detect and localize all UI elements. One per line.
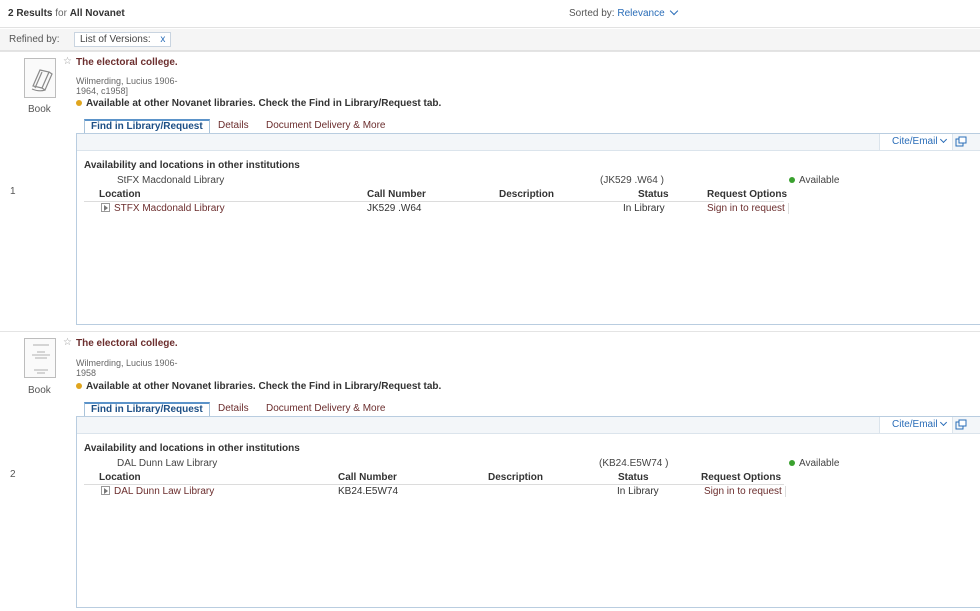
tab-document-delivery[interactable]: Document Delivery & More [260,119,391,133]
record-type: Book [28,104,51,115]
chevron-down-icon [939,135,947,144]
popout-window-icon[interactable] [955,419,969,431]
col-call-number: Call Number [367,189,426,200]
record-availability: Available at other Novanet libraries. Ch… [76,381,441,392]
results-count: 2 Results for All Novanet [8,8,125,19]
sign-in-request-text[interactable]: Sign in to request [704,486,786,497]
library-name: DAL Dunn Law Library [117,458,218,469]
availability-heading: Availability and locations in other inst… [84,443,300,454]
tab-find-in-library[interactable]: Find in Library/Request [84,402,210,416]
col-description: Description [488,472,544,483]
record-author-line: Wilmerding, Lucius 1906- [76,76,178,86]
chevron-down-icon[interactable] [670,6,679,16]
record-author: Wilmerding, Lucius 1906- 1958 [76,358,178,378]
book-cover-icon[interactable] [24,58,56,98]
record-availability-text: Available at other Novanet libraries. Ch… [86,98,442,109]
record-title[interactable]: The electoral college. [76,57,178,68]
facet-chip: List of Versions: x [74,32,172,47]
record-author-line: 1958 [76,368,97,378]
sort-control[interactable]: Sorted by: Relevance [569,6,679,19]
refine-label: Refined by: [9,34,60,45]
expand-row-icon[interactable] [101,486,110,495]
results-count-number: 2 Results [8,8,53,19]
chevron-down-icon [939,418,947,427]
panel-toolbar: Cite/Email [77,134,980,151]
availability-status: Available [789,175,839,186]
library-name: StFX Macdonald Library [117,175,225,186]
location-link[interactable]: STFX Macdonald Library [114,203,225,214]
record-availability: Available at other Novanet libraries. Ch… [76,98,441,109]
tab-find-in-library[interactable]: Find in Library/Request [84,119,210,133]
remove-facet-button[interactable]: x [160,34,165,45]
record-index: 2 [10,469,16,480]
table-row[interactable]: STFX Macdonald Library [101,203,225,214]
star-icon[interactable]: ☆ [63,56,72,67]
record-divider [0,51,980,52]
tab-details[interactable]: Details [212,119,255,133]
col-request-options: Request Options [707,189,788,200]
availability-heading: Availability and locations in other inst… [84,160,300,171]
record-divider [0,331,980,332]
sort-value[interactable]: Relevance [617,8,664,19]
col-location: Location [99,189,141,200]
record-index: 1 [10,186,16,197]
table-row[interactable]: DAL Dunn Law Library [101,486,214,497]
sort-label: Sorted by: [569,8,615,19]
sign-in-request-text[interactable]: Sign in to request [707,203,789,214]
item-status: In Library [617,486,659,497]
col-status: Status [638,189,669,200]
item-call-number: JK529 .W64 [367,203,422,214]
status-dot-icon [789,460,795,466]
facet-chip-label: List of Versions: [80,34,151,45]
record-author: Wilmerding, Lucius 1906- 1964, c1958] [76,76,178,96]
col-call-number: Call Number [338,472,397,483]
location-link[interactable]: DAL Dunn Law Library [114,486,214,497]
availability-status: Available [789,458,839,469]
record-availability-text: Available at other Novanet libraries. Ch… [86,381,442,392]
status-dot-icon [789,177,795,183]
tab-document-delivery[interactable]: Document Delivery & More [260,402,391,416]
col-status: Status [618,472,649,483]
table-divider [84,484,784,485]
col-request-options: Request Options [701,472,782,483]
status-dot-icon [76,383,82,389]
col-location: Location [99,472,141,483]
star-icon[interactable]: ☆ [63,337,72,348]
call-number-summary: (JK529 .W64 ) [600,175,664,186]
cite-email-label: Cite/Email [892,136,938,147]
tab-details[interactable]: Details [212,402,255,416]
panel-toolbar: Cite/Email [77,417,980,434]
expand-row-icon[interactable] [101,203,110,212]
record-type: Book [28,385,51,396]
item-call-number: KB24.E5W74 [338,486,399,497]
record-author-line: 1964, c1958] [76,86,129,96]
cite-email-button[interactable]: Cite/Email [879,417,953,433]
col-description: Description [499,189,555,200]
table-divider [84,201,784,202]
cite-email-label: Cite/Email [892,419,938,430]
call-number-summary: (KB24.E5W74 ) [599,458,669,469]
results-scope: All Novanet [69,8,125,19]
cite-email-button[interactable]: Cite/Email [879,134,953,150]
book-cover-icon[interactable] [24,338,56,378]
availability-status-text: Available [799,175,840,186]
status-dot-icon [76,100,82,106]
availability-panel: Cite/Email Availability and locations in… [76,133,980,325]
sign-in-request-link[interactable]: Sign in to request [704,486,786,497]
sign-in-request-link[interactable]: Sign in to request [707,203,789,214]
results-header [0,0,980,28]
item-status: In Library [623,203,665,214]
availability-status-text: Available [799,458,840,469]
popout-window-icon[interactable] [955,136,969,148]
availability-panel: Cite/Email Availability and locations in… [76,416,980,608]
record-author-line: Wilmerding, Lucius 1906- [76,358,178,368]
results-for-text: for [55,8,67,19]
record-title[interactable]: The electoral college. [76,338,178,349]
